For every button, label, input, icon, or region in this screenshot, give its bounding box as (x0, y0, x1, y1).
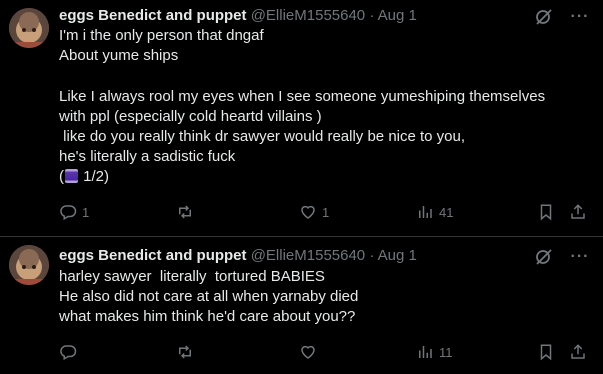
tweet-header: eggs Benedict and puppet @EllieM1555640 … (59, 6, 417, 26)
heart-icon (301, 345, 315, 359)
tweet-actions: 1 1 41 (59, 203, 589, 221)
like-button[interactable] (299, 343, 416, 361)
grok-icon[interactable] (534, 247, 554, 267)
reply-count: 1 (82, 204, 90, 220)
bookmark-icon (540, 204, 552, 221)
views-count: 41 (439, 204, 454, 220)
tweet[interactable]: eggs Benedict and puppet @EllieM1555640 … (0, 237, 603, 374)
tweet-text: I'm i the only person that dngaf About y… (59, 26, 594, 188)
reply-icon (60, 345, 77, 361)
tweet-header: eggs Benedict and puppet @EllieM1555640 … (59, 246, 417, 266)
retweet-icon (179, 205, 191, 219)
tweet-actions: 11 (59, 343, 589, 361)
like-button[interactable]: 1 (299, 203, 416, 221)
heart-icon (301, 205, 315, 219)
separator-dot: · (369, 247, 375, 264)
avatar[interactable] (9, 245, 49, 285)
tweet-top-actions: ··· (534, 247, 590, 267)
separator-dot: · (369, 7, 375, 24)
author-name[interactable]: eggs Benedict and puppet (59, 247, 247, 264)
bookmark-icon (540, 344, 552, 361)
more-options-icon[interactable]: ··· (570, 7, 590, 27)
views-icon (419, 206, 432, 218)
retweet-button[interactable] (176, 343, 299, 361)
tweet-top-actions: ··· (534, 7, 590, 27)
tweet-text-content: I'm i the only person that dngaf About y… (59, 27, 546, 186)
retweet-button[interactable] (176, 203, 299, 221)
reply-button[interactable]: 1 (59, 203, 176, 221)
like-count: 1 (322, 204, 330, 220)
share-icon (571, 344, 585, 359)
share-icon (571, 204, 585, 219)
views-button[interactable]: 41 (416, 203, 537, 221)
thread-counter: 1/2) (79, 168, 110, 186)
bookmark-button[interactable] (537, 203, 569, 221)
views-icon (419, 346, 432, 358)
thread-spool-icon (65, 169, 78, 184)
views-button[interactable]: 11 (416, 343, 537, 361)
views-count: 11 (439, 344, 453, 360)
tweet-text: harley sawyer literally tortured BABIES … (59, 268, 359, 326)
tweet-date[interactable]: Aug 1 (378, 7, 417, 24)
retweet-icon (179, 345, 191, 359)
author-name[interactable]: eggs Benedict and puppet (59, 7, 247, 24)
reply-icon (60, 205, 77, 221)
reply-button[interactable] (59, 343, 176, 361)
author-handle[interactable]: @EllieM1555640 (251, 7, 365, 24)
share-button[interactable] (569, 203, 587, 221)
author-handle[interactable]: @EllieM1555640 (251, 247, 365, 264)
tweet[interactable]: eggs Benedict and puppet @EllieM1555640 … (0, 0, 603, 237)
more-options-icon[interactable]: ··· (570, 247, 590, 267)
share-button[interactable] (569, 343, 587, 361)
tweet-date[interactable]: Aug 1 (378, 247, 417, 264)
avatar[interactable] (9, 8, 49, 48)
grok-icon[interactable] (534, 7, 554, 27)
bookmark-button[interactable] (537, 343, 569, 361)
